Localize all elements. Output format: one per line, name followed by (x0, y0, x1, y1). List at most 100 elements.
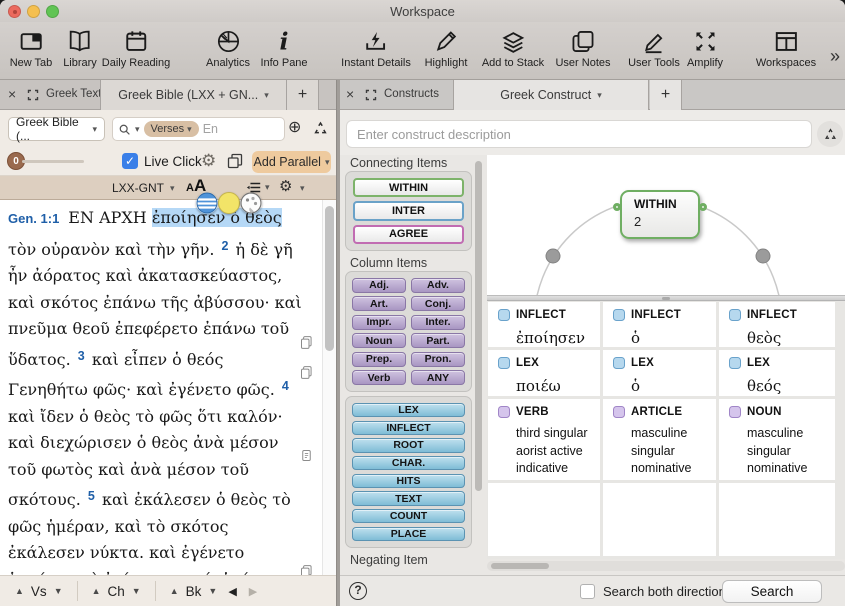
construct-cell[interactable] (719, 483, 835, 556)
refresh-icon[interactable] (817, 121, 843, 147)
construct-cell[interactable]: VERBthird singular aorist active indicat… (488, 399, 600, 480)
construct-cell[interactable]: INFLECTἐποίησεν (488, 302, 600, 347)
connecting-item-agree[interactable]: AGREE (353, 225, 464, 244)
live-click-checkbox[interactable]: ✓ (122, 153, 138, 169)
copy-verse-icon[interactable] (299, 448, 314, 468)
column-item-part[interactable]: Part. (411, 333, 465, 348)
toolbar-button-user-notes[interactable]: User Notes (555, 27, 610, 69)
element-item-inflect[interactable]: INFLECT (352, 421, 465, 435)
construct-canvas[interactable]: WITHIN 2 (487, 155, 845, 295)
construct-cell[interactable] (603, 483, 716, 556)
add-parallel-button[interactable]: Add Parallel ▾ (252, 151, 331, 173)
chevron-down-icon[interactable]: ▾ (597, 90, 602, 101)
column-anchor-dot[interactable] (756, 249, 770, 263)
tab-greek-construct[interactable]: Greek Construct ▾ (453, 80, 649, 110)
book-up-icon[interactable]: ▲ (170, 586, 179, 596)
construct-cell[interactable]: INFLECTθεὸς (719, 302, 835, 347)
toolbar-button-daily-reading[interactable]: Daily Reading (102, 27, 170, 69)
new-tab-button[interactable]: + (287, 80, 319, 110)
globe-icon[interactable] (196, 192, 218, 214)
help-icon[interactable]: ? (349, 582, 367, 600)
expand-icon[interactable] (365, 89, 377, 101)
verse-down-icon[interactable]: ▼ (54, 586, 63, 596)
column-item-conj[interactable]: Conj. (411, 296, 465, 311)
column-anchor-dot[interactable] (546, 249, 560, 263)
add-search-icon[interactable]: ⊕ (288, 120, 301, 136)
toolbar-button-new-tab[interactable]: New Tab (10, 27, 53, 69)
element-item-text[interactable]: TEXT (352, 491, 465, 505)
verse-up-icon[interactable]: ▲ (15, 586, 24, 596)
highlight-color-icon[interactable] (218, 192, 240, 214)
toolbar-button-amplify[interactable]: Amplify (687, 27, 723, 69)
text-slider-track[interactable] (22, 160, 84, 163)
new-tab-button[interactable]: + (650, 80, 682, 110)
construct-cell[interactable] (488, 483, 600, 556)
toolbar-button-info-pane[interactable]: iInfo Pane (260, 27, 307, 69)
toolbar-overflow-icon[interactable]: » (830, 46, 840, 67)
chevron-down-icon[interactable]: ▾ (135, 124, 140, 135)
chevron-down-icon[interactable]: ▾ (264, 90, 269, 101)
element-item-root[interactable]: ROOT (352, 438, 465, 452)
node-connector-icon[interactable] (699, 203, 707, 211)
construct-cell[interactable]: LEXὁ (603, 350, 716, 396)
column-item-impr[interactable]: Impr. (352, 315, 406, 330)
search-input[interactable]: En (203, 122, 218, 136)
column-item-adv[interactable]: Adv. (411, 278, 465, 293)
chapter-up-icon[interactable]: ▲ (92, 586, 101, 596)
search-field[interactable]: ▾ Verses▾ En (112, 117, 285, 141)
element-item-char[interactable]: CHAR. (352, 456, 465, 470)
element-item-count[interactable]: COUNT (352, 509, 465, 523)
duplicate-pane-icon[interactable] (226, 152, 244, 175)
copy-verse-icon[interactable] (299, 365, 314, 385)
toolbar-button-analytics[interactable]: Analytics (206, 27, 250, 69)
column-item-any[interactable]: ANY (411, 370, 465, 385)
column-item-adj[interactable]: Adj. (352, 278, 406, 293)
grid-hscrollbar-thumb[interactable] (491, 563, 549, 569)
toolbar-button-add-to-stack[interactable]: Add to Stack (482, 27, 544, 69)
gear-icon[interactable]: ⚙ (201, 151, 216, 171)
column-item-art[interactable]: Art. (352, 296, 406, 311)
column-item-inter[interactable]: Inter. (411, 315, 465, 330)
bible-text-area[interactable]: Gen. 1:1ΕΝ ΑΡΧΗ ἐποίησεν ὁ θεὸς τὸν οὐρα… (0, 200, 336, 575)
chapter-down-icon[interactable]: ▼ (132, 586, 141, 596)
search-scope-pill[interactable]: Verses▾ (144, 121, 199, 137)
connecting-item-within[interactable]: WITHIN (353, 178, 464, 197)
refresh-icon[interactable] (312, 120, 329, 142)
construct-cell[interactable]: LEXποιέω (488, 350, 600, 396)
close-icon[interactable]: × (8, 87, 16, 101)
palette-icon[interactable] (240, 192, 262, 214)
grid-hscrollbar[interactable] (487, 561, 845, 571)
text-module-dropdown[interactable]: Greek Bible (... ▾ (8, 117, 105, 141)
tab-greek-bible[interactable]: Greek Bible (LXX + GN... ▾ (100, 80, 287, 110)
element-item-hits[interactable]: HITS (352, 474, 465, 488)
within-node-value[interactable]: 2 (634, 214, 698, 229)
node-connector-icon[interactable] (613, 203, 621, 211)
construct-cell[interactable]: ARTICLEmasculine singular nominative (603, 399, 716, 480)
expand-icon[interactable] (27, 89, 39, 101)
column-item-prep[interactable]: Prep. (352, 352, 406, 367)
book-down-icon[interactable]: ▼ (208, 586, 217, 596)
close-icon[interactable]: × (346, 87, 354, 101)
sidebar-scrollbar-thumb[interactable] (475, 161, 482, 491)
element-item-place[interactable]: PLACE (352, 527, 465, 541)
construct-cell[interactable]: LEXθεός (719, 350, 835, 396)
search-both-directions-checkbox[interactable] (580, 584, 595, 599)
module-selector[interactable]: LXX-GNT ▾ (112, 181, 175, 195)
history-forward-icon[interactable]: ▶ (249, 585, 257, 598)
column-item-pron[interactable]: Pron. (411, 352, 465, 367)
column-item-noun[interactable]: Noun (352, 333, 406, 348)
construct-cell[interactable]: INFLECTὁ (603, 302, 716, 347)
connecting-item-inter[interactable]: INTER (353, 201, 464, 220)
text-scrollbar-thumb[interactable] (325, 206, 334, 351)
toolbar-button-highlight[interactable]: Highlight (425, 27, 468, 69)
search-button[interactable]: Search (722, 580, 822, 603)
construct-cell[interactable]: NOUNmasculine singular nominative (719, 399, 835, 480)
column-item-verb[interactable]: Verb (352, 370, 406, 385)
construct-description-input[interactable] (346, 120, 812, 148)
toolbar-button-instant-details[interactable]: Instant Details (341, 27, 411, 69)
gear-icon[interactable]: ⚙ (279, 177, 292, 195)
element-item-lex[interactable]: LEX (352, 403, 465, 417)
toolbar-button-library[interactable]: Library (63, 27, 97, 69)
toolbar-button-workspaces[interactable]: Workspaces (756, 27, 816, 69)
history-back-icon[interactable]: ◀ (228, 585, 236, 598)
